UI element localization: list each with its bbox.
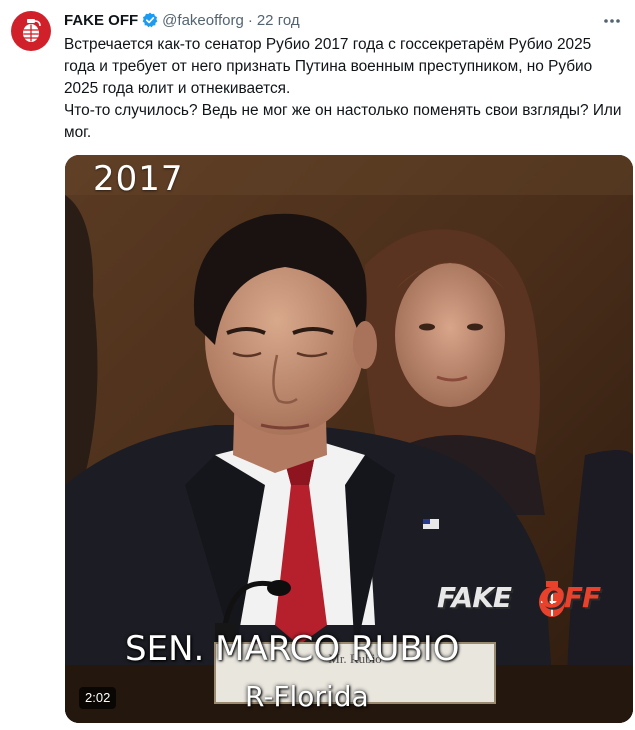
tweet-timestamp[interactable]: 22 год (257, 12, 300, 29)
lower-third-name: SEN. MARCO RUBIO (125, 629, 460, 669)
watermark-off-text: OFF (541, 581, 601, 614)
tweet[interactable]: FAKE OFF @fakeofforg · 22 год Встречаетс… (0, 0, 635, 730)
grenade-icon (23, 19, 41, 42)
lower-third-party: R-Florida (245, 680, 369, 713)
avatar[interactable] (11, 11, 51, 51)
tweet-text-paragraph: Что-то случилось? Ведь не мог же он наст… (64, 102, 622, 141)
watermark-fake-text: FAKE (437, 581, 512, 614)
tweet-text: Встречается как-то сенатор Рубио 2017 го… (64, 34, 624, 144)
author-handle[interactable]: @fakeofforg (162, 12, 244, 29)
year-overlay: 2017 (93, 159, 184, 199)
tweet-text-paragraph: Встречается как-то сенатор Рубио 2017 го… (64, 36, 593, 97)
more-dots-icon[interactable] (599, 8, 625, 34)
video-player[interactable]: Mr. Rubio 2017 FAKE OFF SEN. MARCO RUBIO … (65, 155, 633, 723)
video-duration-badge: 2:02 (79, 687, 117, 709)
author-display-name[interactable]: FAKE OFF (64, 12, 138, 29)
verified-badge-icon (142, 12, 158, 28)
fakeoff-watermark: FAKE OFF (437, 581, 601, 614)
header-separator: · (247, 11, 253, 29)
tweet-header: FAKE OFF @fakeofforg · 22 год (64, 9, 300, 31)
